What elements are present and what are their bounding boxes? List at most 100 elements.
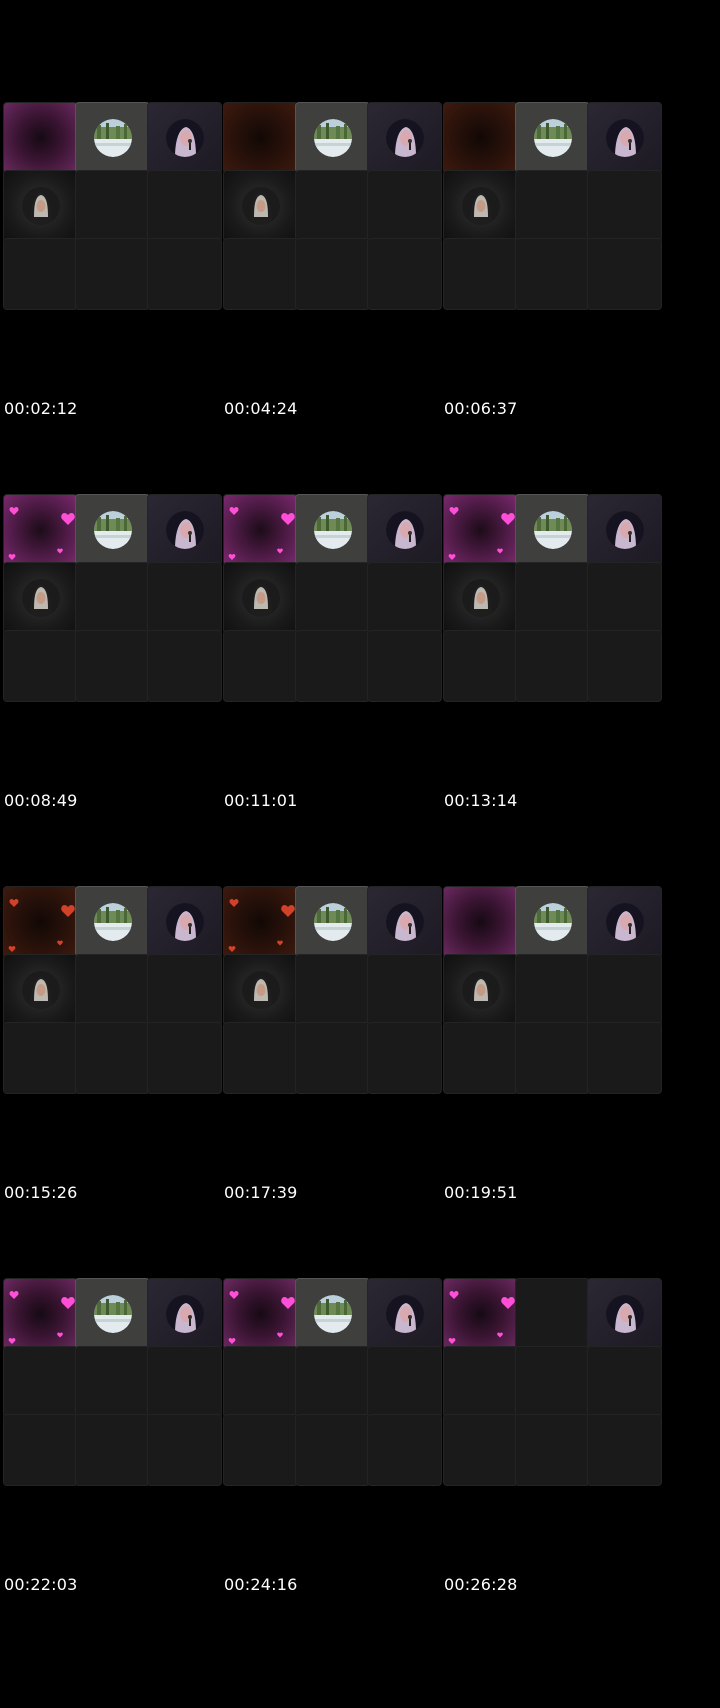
heart-icon xyxy=(9,506,19,516)
participant-tile xyxy=(367,954,442,1026)
participant-tile xyxy=(367,562,442,634)
participant-grid xyxy=(3,494,237,716)
heart-icon xyxy=(497,548,503,554)
participant-tile xyxy=(587,954,662,1026)
participant-tile xyxy=(223,630,298,702)
participant-tile xyxy=(515,562,590,634)
participant-tile xyxy=(367,1278,442,1350)
landscape-avatar-icon xyxy=(533,511,572,549)
heart-icon xyxy=(57,1332,63,1338)
participant-grid xyxy=(223,886,457,1108)
participant-tile xyxy=(367,238,442,310)
participant-tile xyxy=(295,102,370,174)
participant-tile xyxy=(515,1346,590,1418)
heart-icon xyxy=(229,898,239,908)
participant-tile-hearts xyxy=(223,1278,298,1350)
participant-tile xyxy=(587,1414,662,1486)
participant-tile xyxy=(587,1278,662,1350)
heart-icon xyxy=(228,1337,236,1344)
landscape-avatar-icon xyxy=(313,511,352,549)
heart-icon xyxy=(228,945,236,952)
landscape-avatar-icon xyxy=(93,903,132,941)
heart-icon xyxy=(277,1332,283,1338)
heart-icon xyxy=(229,506,239,516)
participant-tile xyxy=(515,630,590,702)
heart-icon xyxy=(449,506,459,516)
participant-tile xyxy=(295,1022,370,1094)
participant-tile xyxy=(367,1022,442,1094)
participant-tile xyxy=(367,1414,442,1486)
participant-tile xyxy=(515,1278,590,1350)
participant-tile-hearts xyxy=(3,494,78,566)
participant-tile xyxy=(443,954,518,1026)
heart-icon xyxy=(61,904,75,918)
participant-tile xyxy=(3,170,78,242)
participant-tile xyxy=(515,102,590,174)
landscape-avatar-icon xyxy=(533,903,572,941)
participant-tile xyxy=(587,170,662,242)
participant-tile xyxy=(147,886,222,958)
participant-tile-hearts xyxy=(3,102,78,174)
frame-timestamp: 00:26:28 xyxy=(444,1575,518,1594)
heart-icon xyxy=(277,940,283,946)
video-frame: 00:02:12 xyxy=(0,0,240,427)
landscape-avatar-icon xyxy=(93,1295,132,1333)
participant-tile xyxy=(587,886,662,958)
participant-tile xyxy=(443,170,518,242)
participant-tile xyxy=(515,1022,590,1094)
participant-tile-hearts xyxy=(443,1278,518,1350)
participant-tile-hearts xyxy=(443,102,518,174)
participant-grid xyxy=(223,494,457,716)
participant-tile xyxy=(223,1022,298,1094)
participant-tile xyxy=(3,1414,78,1486)
landscape-avatar-icon xyxy=(313,119,352,157)
participant-tile xyxy=(147,1278,222,1350)
heart-icon xyxy=(501,512,515,526)
participant-grid xyxy=(223,1278,457,1500)
heart-icon xyxy=(448,1337,456,1344)
video-frame: 00:19:51 xyxy=(440,784,680,1211)
participant-tile xyxy=(295,886,370,958)
landscape-avatar-icon xyxy=(93,119,132,157)
participant-tile xyxy=(443,1022,518,1094)
participant-tile xyxy=(295,562,370,634)
participant-tile xyxy=(587,1346,662,1418)
nun-avatar-icon xyxy=(461,971,500,1009)
participant-tile xyxy=(75,1278,150,1350)
singer-avatar-icon xyxy=(385,119,424,157)
participant-tile xyxy=(295,494,370,566)
participant-tile xyxy=(147,102,222,174)
participant-tile xyxy=(3,1346,78,1418)
heart-icon xyxy=(281,904,295,918)
participant-tile xyxy=(295,1414,370,1486)
heart-icon xyxy=(229,1290,239,1300)
nun-avatar-icon xyxy=(241,971,280,1009)
participant-tile xyxy=(223,562,298,634)
video-frame: 00:22:03 xyxy=(0,1176,240,1603)
participant-tile xyxy=(223,954,298,1026)
singer-avatar-icon xyxy=(385,1295,424,1333)
participant-tile xyxy=(147,562,222,634)
heart-icon xyxy=(61,512,75,526)
participant-tile xyxy=(295,238,370,310)
heart-icon xyxy=(8,1337,16,1344)
video-frame: 00:11:01 xyxy=(220,392,460,819)
nun-avatar-icon xyxy=(461,187,500,225)
participant-tile xyxy=(75,494,150,566)
participant-tile xyxy=(223,1414,298,1486)
participant-tile xyxy=(587,494,662,566)
participant-tile-hearts xyxy=(223,886,298,958)
heart-icon xyxy=(501,1296,515,1310)
heart-icon xyxy=(281,512,295,526)
participant-tile xyxy=(3,238,78,310)
participant-tile xyxy=(443,562,518,634)
participant-tile xyxy=(443,630,518,702)
singer-avatar-icon xyxy=(605,119,644,157)
participant-tile-hearts xyxy=(223,102,298,174)
participant-tile xyxy=(515,494,590,566)
participant-tile-hearts xyxy=(443,494,518,566)
participant-tile xyxy=(587,238,662,310)
heart-icon xyxy=(497,1332,503,1338)
participant-tile xyxy=(587,1022,662,1094)
participant-tile xyxy=(367,102,442,174)
